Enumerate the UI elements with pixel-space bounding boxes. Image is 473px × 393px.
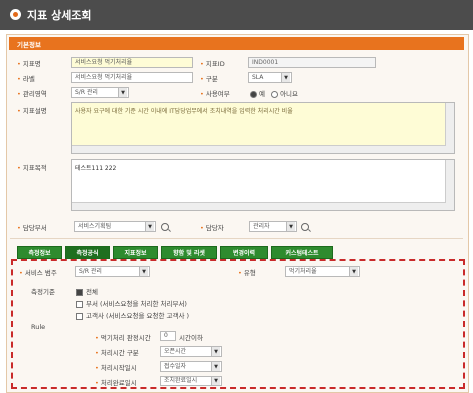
criteria-label: 측정기준 (31, 288, 55, 296)
tab-change-history[interactable]: 변경이력 (220, 246, 268, 259)
rule-end-label: 처리완료일시 (95, 377, 137, 387)
rule-threshold-label: 먹기처리 판정시간 (95, 332, 151, 342)
criteria-all-label: 전체 (86, 288, 98, 296)
usage-no-label: 아니요 (280, 90, 299, 98)
manager-label: 담당자 (200, 222, 224, 232)
criteria-option-customer[interactable]: 고객사 (서비스요청을 요청한 고객사 ) (76, 310, 189, 320)
admin-area-label: 관리영역 (17, 88, 47, 98)
alias-field[interactable]: 서비스요청 먹기처리율 (71, 72, 193, 83)
description-textarea[interactable]: 사용자 요구에 대한 기준 시간 이내에 IT담당업무에서 조치내역을 입력한 … (71, 102, 455, 154)
rule-start-label: 처리시작일시 (95, 362, 137, 372)
criteria-dept-label: 부서 (서비스요청을 처리한 처리부서) (86, 300, 187, 308)
rule-start-select[interactable]: 접수일자 (160, 361, 222, 372)
purpose-text: 테스트111 222 (75, 165, 117, 172)
rule-label: Rule (31, 323, 46, 331)
purpose-hscroll[interactable] (72, 202, 446, 210)
criteria-option-dept[interactable]: 부서 (서비스요청을 처리한 처리부서) (76, 298, 187, 308)
tab-include-reset[interactable]: 향함 및 리셋 (161, 246, 217, 259)
highlighted-formula-panel (11, 259, 465, 389)
rule-time-type-select[interactable]: 오픈시간 (160, 346, 222, 357)
usage-label: 사용여부 (200, 88, 230, 98)
section-title: 기본정보 (17, 41, 41, 49)
rule-end-select[interactable]: 조치완료일시 (160, 376, 222, 386)
category-label: 구분 (200, 73, 218, 83)
indicator-name-label: 지표명 (17, 58, 41, 68)
indicator-id-label: 지표ID (200, 58, 225, 68)
description-text: 사용자 요구에 대한 기준 시간 이내에 IT담당업무에서 조치내역을 입력한 … (75, 108, 293, 115)
tab-custom-test[interactable]: 커스텀테스트 (271, 246, 333, 259)
indicator-id-field: IND0001 (248, 57, 376, 68)
rule-threshold-suffix: 시간이하 (179, 334, 203, 342)
description-vscroll[interactable] (445, 103, 454, 153)
usage-no-radio[interactable] (271, 90, 279, 98)
service-scope-label: 서비스 범주 (19, 267, 57, 277)
criteria-dept-checkbox[interactable] (76, 300, 83, 308)
rule-time-type-label: 처리시간 구분 (95, 347, 139, 357)
tab-indicator-info[interactable]: 지표정보 (113, 246, 158, 259)
purpose-label: 지표목적 (17, 162, 47, 172)
service-scope-select[interactable]: S/R 관리 (75, 266, 150, 277)
description-label: 지표설명 (17, 105, 47, 115)
criteria-customer-checkbox[interactable] (76, 312, 83, 320)
section-header: 기본정보 (9, 37, 464, 50)
category-select[interactable]: SLA (248, 72, 292, 83)
usage-yes-radio[interactable] (250, 90, 257, 98)
usage-radio-group: 예 아니요 (246, 88, 298, 98)
indicator-name-field[interactable]: 서비스요청 먹기처리율 (71, 57, 193, 68)
purpose-vscroll[interactable] (445, 160, 454, 210)
rule-threshold-input[interactable]: 0 (160, 331, 176, 341)
manager-select[interactable]: 관리자 (249, 221, 297, 232)
manager-search-icon[interactable] (301, 223, 309, 231)
criteria-all-checkbox[interactable] (76, 288, 83, 296)
window-icon (10, 9, 21, 20)
tab-measure-info[interactable]: 측정정보 (17, 246, 62, 259)
tab-measure-formula[interactable]: 측정공식 (65, 246, 110, 259)
purpose-textarea[interactable]: 테스트111 222 (71, 159, 455, 211)
department-select[interactable]: 서비스기획팀 (74, 221, 156, 232)
window-title: 지표 상세조회 (27, 9, 92, 22)
department-label: 담당부서 (17, 222, 47, 232)
criteria-option-all[interactable]: 전체 (76, 286, 98, 296)
type-select[interactable]: 먹기처리율 (285, 266, 360, 277)
description-hscroll[interactable] (72, 145, 446, 153)
type-label: 유형 (238, 267, 256, 277)
alias-label: 라벨 (17, 73, 35, 83)
usage-yes-label: 예 (259, 90, 265, 98)
department-search-icon[interactable] (161, 223, 169, 231)
criteria-customer-label: 고객사 (서비스요청을 요청한 고객사 ) (86, 312, 190, 320)
window-titlebar: 지표 상세조회 (0, 0, 473, 30)
section-divider (10, 238, 463, 239)
admin-area-select[interactable]: S/R 관리 (71, 87, 129, 98)
